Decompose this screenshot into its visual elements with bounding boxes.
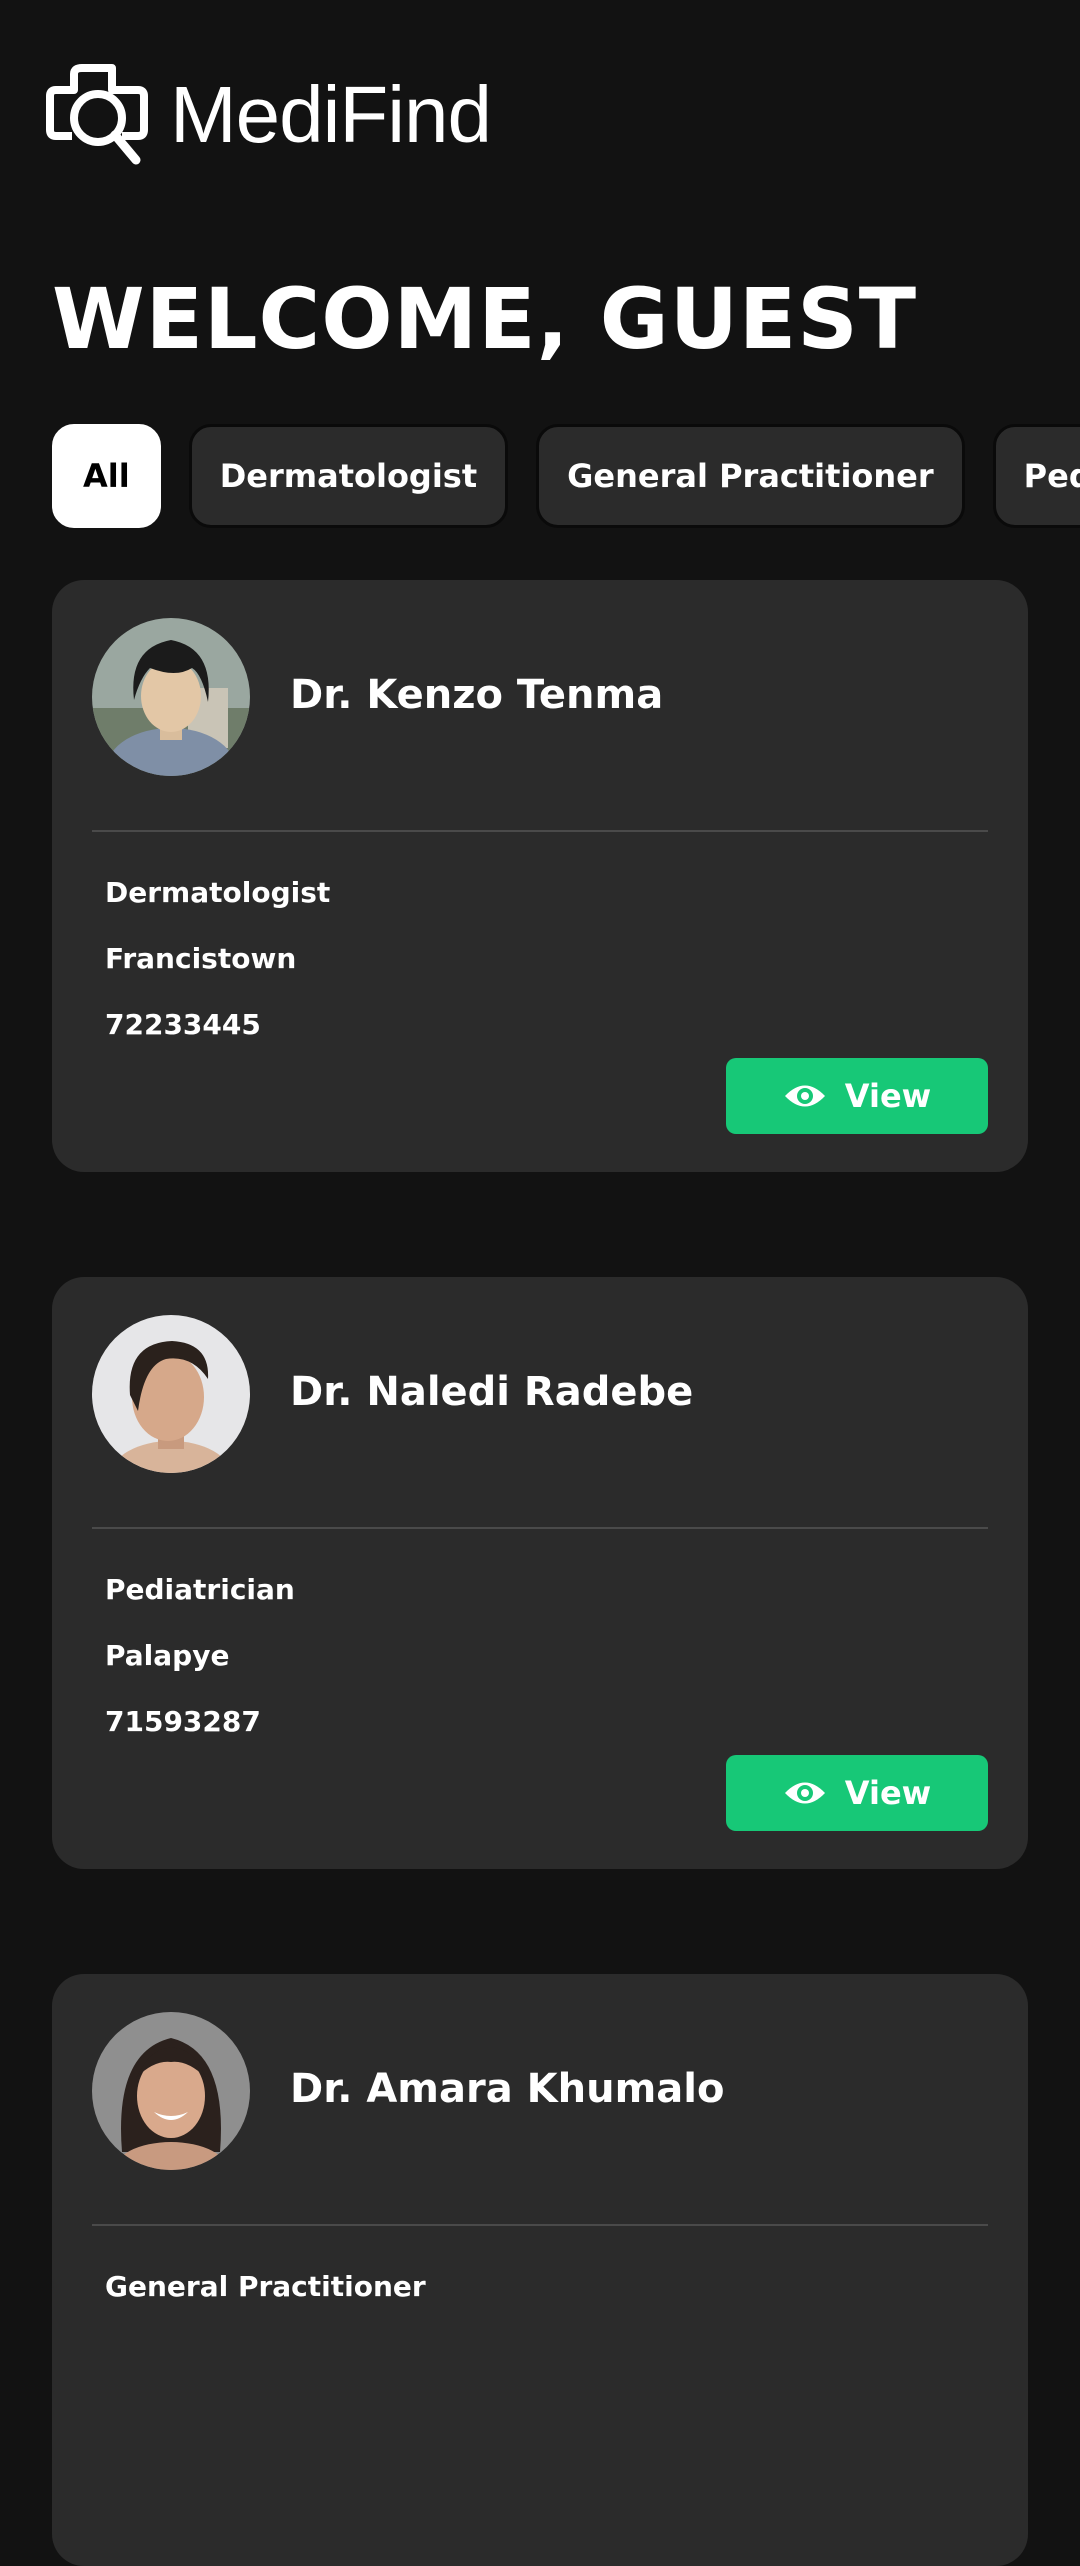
doctor-location: Francistown [105, 942, 297, 975]
doctor-specialty: Pediatrician [105, 1573, 295, 1606]
card-divider [92, 2224, 988, 2226]
filter-chip-dermatologist[interactable]: Dermatologist [188, 424, 509, 528]
doctor-specialty: Dermatologist [105, 876, 331, 909]
doctor-card: Dr. Naledi Radebe Pediatrician Palapye 7… [52, 1277, 1028, 1869]
doctor-card: Dr. Amara Khumalo General Practitioner [52, 1974, 1028, 2566]
doctor-avatar [92, 1315, 250, 1473]
magnifier-cross-logo-icon [46, 64, 148, 165]
doctor-name: Dr. Kenzo Tenma [290, 672, 664, 718]
filter-chip-general-practitioner[interactable]: General Practitioner [536, 424, 965, 528]
filter-chip-pediatrician[interactable]: Pediatrician [992, 424, 1080, 528]
view-button[interactable]: View [726, 1755, 988, 1831]
doctor-phone: 72233445 [105, 1008, 261, 1041]
view-button-label: View [844, 1077, 932, 1115]
view-button[interactable]: View [726, 1058, 988, 1134]
eye-icon [784, 1085, 825, 1107]
doctor-location: Palapye [105, 1639, 230, 1672]
doctor-name: Dr. Amara Khumalo [290, 2066, 725, 2112]
specialty-filter-bar: All Dermatologist General Practitioner P… [52, 424, 1080, 528]
doctor-card: Dr. Kenzo Tenma Dermatologist Francistow… [52, 580, 1028, 1172]
app-name: MediFind [170, 70, 492, 159]
doctor-avatar [92, 2012, 250, 2170]
eye-icon [784, 1782, 825, 1804]
card-divider [92, 1527, 988, 1529]
doctor-specialty: General Practitioner [105, 2270, 426, 2303]
card-divider [92, 830, 988, 832]
view-button-label: View [844, 1774, 932, 1812]
welcome-heading: WELCOME, GUEST [52, 270, 918, 368]
doctor-avatar [92, 618, 250, 776]
doctor-phone: 71593287 [105, 1705, 261, 1738]
doctor-name: Dr. Naledi Radebe [290, 1369, 694, 1415]
filter-chip-all[interactable]: All [52, 424, 161, 528]
app-logo: MediFind [44, 62, 492, 168]
